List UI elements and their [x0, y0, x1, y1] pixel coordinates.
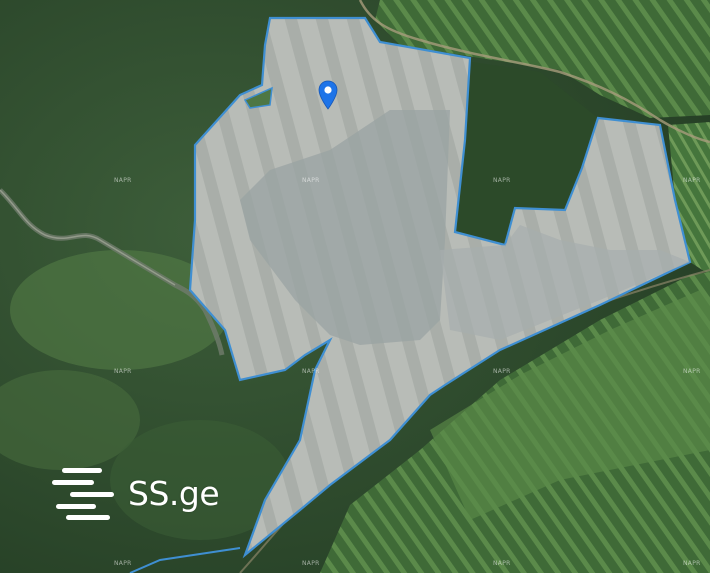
watermark-napr: NAPR [114, 560, 132, 567]
watermark-napr: NAPR [683, 177, 701, 184]
watermark-napr: NAPR [493, 368, 511, 375]
watermark-napr: NAPR [114, 177, 132, 184]
map-view[interactable]: NAPR NAPR NAPR NAPR NAPR NAPR NAPR NAPR … [0, 0, 710, 573]
location-pin-icon[interactable] [318, 80, 338, 115]
ss-logo: SS.ge [52, 466, 220, 520]
watermark-napr: NAPR [683, 368, 701, 375]
watermark-napr: NAPR [493, 560, 511, 567]
ss-lines-icon [52, 468, 114, 520]
watermark-napr: NAPR [302, 560, 320, 567]
watermark-napr: NAPR [683, 560, 701, 567]
watermark-napr: NAPR [114, 368, 132, 375]
watermark-napr: NAPR [493, 177, 511, 184]
watermark-napr: NAPR [302, 368, 320, 375]
logo-text: SS.ge [128, 473, 220, 513]
watermark-napr: NAPR [302, 177, 320, 184]
